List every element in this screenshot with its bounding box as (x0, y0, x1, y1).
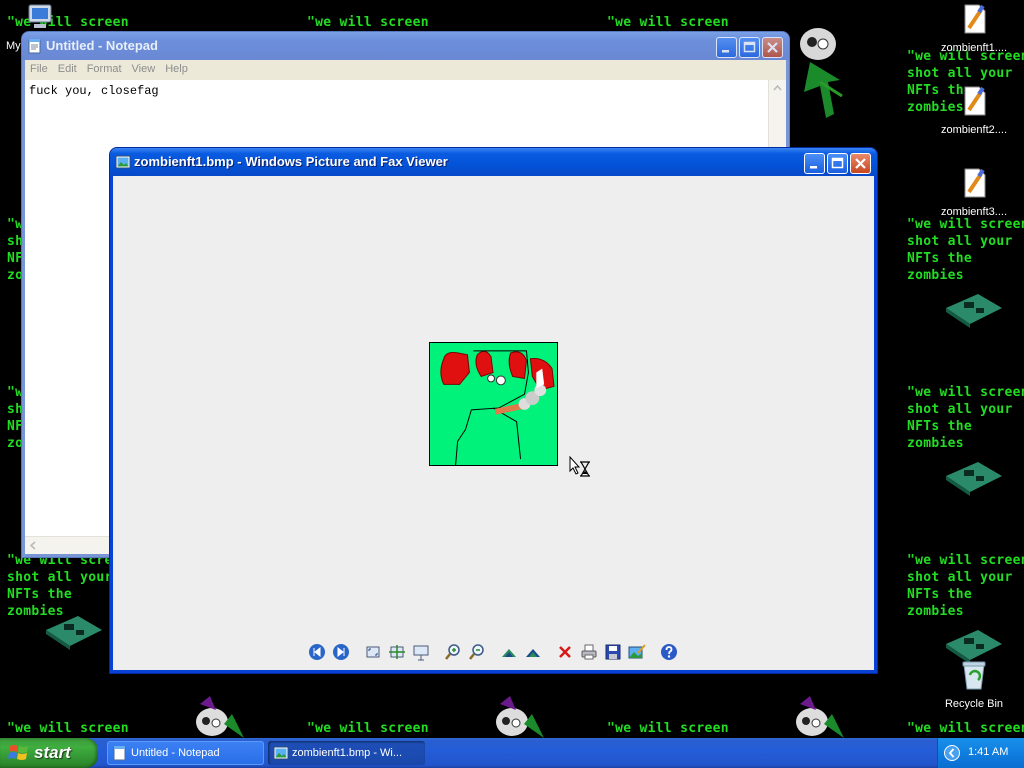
picture-viewer-window[interactable]: zombienft1.bmp - Windows Picture and Fax… (110, 148, 877, 673)
best-fit-icon[interactable] (364, 643, 382, 661)
clock[interactable]: 1:41 AM (968, 746, 1008, 758)
tray-arrow-icon[interactable] (943, 744, 961, 762)
desktop-icon-recycle-bin[interactable]: Recycle Bin (936, 658, 1012, 711)
windows-logo-icon (8, 745, 28, 760)
maximize-icon (831, 157, 844, 169)
desktop-icon-label: My (6, 40, 21, 52)
wallpaper-caption: "we will screenshot all yourNFTs the (607, 721, 729, 736)
menu-file[interactable]: File (25, 60, 53, 75)
save-icon[interactable] (604, 643, 622, 661)
desktop-icon-zombienft1[interactable]: zombienft1.... (936, 2, 1012, 55)
notepad-title: Untitled - Notepad (46, 38, 158, 53)
notepad-text: fuck you, closefag (29, 84, 159, 98)
scroll-left-icon[interactable] (25, 537, 42, 554)
previous-image-icon[interactable] (308, 643, 326, 661)
maximize-button[interactable] (827, 153, 848, 174)
wallpaper-zombie-icon (800, 28, 843, 118)
wallpaper-caption: "we will screen (607, 15, 729, 30)
wallpaper-caption: "we will screen (307, 15, 429, 30)
actual-size-icon[interactable] (388, 643, 406, 661)
wallpaper-zombie-icon (496, 696, 544, 738)
desktop-icon-zombienft2[interactable]: zombienft2.... (936, 84, 1012, 137)
bitmap-file-icon (964, 86, 986, 116)
my-computer-icon (28, 4, 52, 28)
wallpaper-circuit-board-icon (46, 616, 102, 650)
desktop-icon-zombienft3[interactable]: zombienft3.... (936, 166, 1012, 219)
maximize-icon (743, 41, 756, 53)
start-button[interactable]: start (0, 738, 98, 768)
taskbar-button-label: Untitled - Notepad (131, 747, 220, 759)
system-tray: 1:41 AM (937, 738, 1024, 768)
desktop-icon-label: zombienft2.... (940, 124, 1008, 136)
rotate-clockwise-icon[interactable] (500, 643, 518, 661)
desktop-icon-label: Recycle Bin (944, 698, 1004, 710)
viewer-title: zombienft1.bmp - Windows Picture and Fax… (134, 154, 448, 169)
wallpaper-caption: "we will screenshot all yourNFTs the (7, 721, 129, 736)
desktop-icon-label: zombienft1.... (940, 42, 1008, 54)
close-button[interactable] (762, 37, 783, 58)
maximize-button[interactable] (739, 37, 760, 58)
desktop[interactable]: "we will screen "we will screen "we will… (0, 0, 1024, 738)
taskbar: start Untitled - Notepad zombienft1.bmp … (0, 738, 1024, 768)
viewer-titlebar[interactable]: zombienft1.bmp - Windows Picture and Fax… (110, 148, 877, 176)
start-label: start (34, 743, 71, 762)
zoom-out-icon[interactable] (468, 643, 486, 661)
close-icon (855, 158, 866, 169)
wallpaper-zombie-icon (796, 696, 844, 738)
busy-cursor-icon (569, 456, 590, 477)
minimize-button[interactable] (716, 37, 737, 58)
picture-viewer-icon (273, 746, 289, 760)
delete-icon[interactable] (556, 643, 574, 661)
taskbar-button-picture-viewer[interactable]: zombienft1.bmp - Wi... (268, 741, 425, 765)
zombie-nft-image (429, 342, 558, 466)
help-icon[interactable] (660, 643, 678, 661)
minimize-icon (722, 50, 729, 53)
taskbar-button-label: zombienft1.bmp - Wi... (292, 747, 403, 759)
bitmap-file-icon (964, 168, 986, 198)
wallpaper-circuit-board-icon (946, 462, 1002, 496)
menu-edit[interactable]: Edit (53, 60, 82, 75)
notepad-icon (28, 39, 41, 54)
slideshow-icon[interactable] (412, 643, 430, 661)
edit-icon[interactable] (628, 643, 646, 661)
wallpaper-circuit-board-icon (946, 294, 1002, 328)
taskbar-button-notepad[interactable]: Untitled - Notepad (107, 741, 264, 765)
viewer-canvas[interactable] (113, 176, 874, 670)
close-button[interactable] (850, 153, 871, 174)
notepad-icon (113, 746, 126, 761)
minimize-button[interactable] (804, 153, 825, 174)
rotate-counterclockwise-icon[interactable] (524, 643, 542, 661)
wallpaper-caption: "we will screenshot all yourNFTs the (307, 721, 429, 736)
menu-format[interactable]: Format (82, 60, 127, 75)
notepad-menubar: File Edit Format View Help (25, 60, 786, 80)
print-icon[interactable] (580, 643, 598, 661)
zoom-in-icon[interactable] (444, 643, 462, 661)
wallpaper-zombie-icon (196, 696, 244, 738)
menu-help[interactable]: Help (160, 60, 193, 75)
next-image-icon[interactable] (332, 643, 350, 661)
recycle-bin-icon (962, 661, 986, 690)
desktop-icon-label: zombienft3.... (940, 206, 1008, 218)
viewer-toolbar (308, 640, 680, 664)
notepad-titlebar[interactable]: Untitled - Notepad (22, 32, 789, 60)
scroll-up-icon[interactable] (769, 80, 786, 97)
minimize-icon (810, 166, 817, 169)
picture-viewer-icon (115, 155, 131, 169)
menu-view[interactable]: View (127, 60, 161, 75)
bitmap-file-icon (964, 4, 986, 34)
close-icon (767, 42, 778, 53)
